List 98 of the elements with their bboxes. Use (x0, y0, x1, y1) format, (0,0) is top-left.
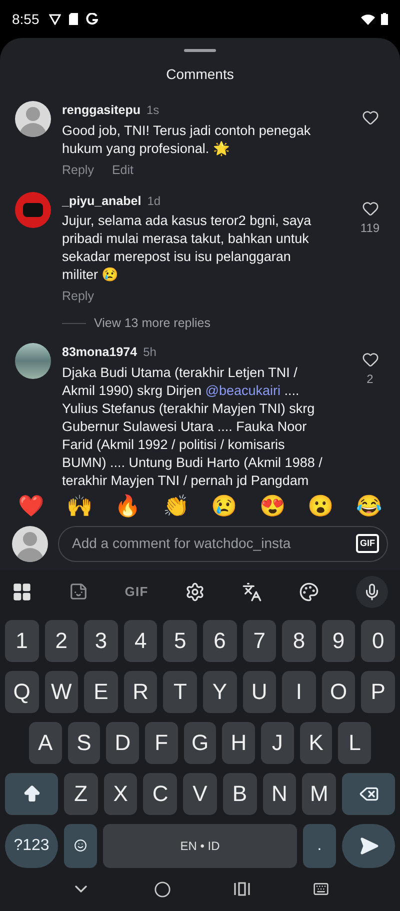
comment-text: Good job, TNI! Terus jadi contoh penegak hukum yang profesional. 🌟 (62, 122, 312, 158)
avatar (15, 192, 51, 228)
key[interactable]: C (143, 772, 178, 814)
comment-time: 1d (147, 192, 161, 210)
keyboard-switch-icon[interactable] (312, 881, 329, 898)
key[interactable]: O (322, 670, 356, 712)
key[interactable]: P (361, 670, 395, 712)
key[interactable]: Z (64, 772, 98, 814)
recents-icon[interactable] (234, 882, 250, 896)
wifi-icon (361, 14, 375, 24)
comment-text: Jujur, selama ada kasus teror2 bgni, saya pribadi mulai merasa takut, bahkan untuk sekadar merepost isu isu pelanggaran militer 😢 (62, 212, 312, 284)
like-count: 119 (360, 220, 380, 236)
g-logo-icon (86, 13, 98, 25)
reaction-emoji[interactable]: 👏 (162, 496, 189, 517)
username[interactable]: 83mona1974 (62, 342, 138, 362)
avatar (15, 101, 51, 137)
battery-icon (381, 13, 388, 25)
key[interactable]: 1 (5, 620, 39, 662)
key[interactable]: 9 (322, 620, 356, 662)
view-replies-link[interactable]: View 13 more replies (94, 314, 210, 333)
like-icon[interactable] (362, 200, 378, 216)
mention-link[interactable]: @beacukairi (205, 382, 281, 398)
key[interactable]: Q (5, 670, 39, 712)
reaction-emoji[interactable]: ❤ (18, 496, 44, 517)
key[interactable]: 7 (242, 620, 276, 662)
key[interactable]: D (106, 722, 140, 764)
reaction-emoji[interactable]: 🙌 (66, 496, 92, 517)
key[interactable]: W (44, 670, 78, 712)
send-key[interactable] (342, 824, 395, 868)
key[interactable]: X (104, 772, 138, 814)
key[interactable]: 3 (84, 620, 118, 662)
key[interactable]: 6 (202, 620, 237, 662)
settings-icon[interactable] (185, 582, 206, 602)
like-icon[interactable] (362, 109, 378, 126)
key[interactable]: T (163, 670, 197, 712)
key[interactable]: 0 (361, 620, 395, 662)
reaction-emoji[interactable]: 😂 (356, 496, 382, 517)
home-icon[interactable] (154, 880, 172, 898)
key[interactable]: B (222, 772, 257, 814)
key[interactable]: H (222, 722, 256, 764)
key[interactable]: S (68, 722, 100, 764)
drag-handle[interactable] (184, 49, 216, 52)
key[interactable]: J (261, 722, 294, 764)
comment-action[interactable]: Edit (112, 160, 134, 180)
shift-key[interactable] (5, 772, 58, 814)
status-time: 8:55 (12, 10, 40, 28)
key[interactable]: I (282, 670, 316, 712)
reaction-emoji[interactable]: 😮 (308, 496, 334, 517)
palette-icon[interactable] (299, 582, 320, 602)
toolbar-gif[interactable]: GIF (124, 582, 148, 602)
key[interactable]: K (300, 722, 332, 764)
key[interactable]: 8 (282, 620, 316, 662)
username[interactable]: renggasitepu (62, 101, 140, 120)
key[interactable]: U (242, 670, 276, 712)
sheet-title: Comments (166, 65, 234, 84)
sim-card-icon (69, 13, 78, 25)
gif-button[interactable]: GIF (356, 534, 379, 554)
comment-text: Djaka Budi Utama (terakhir Letjen TNI / Akmil 1990) skrg Dirjen @beacukairi .... Yulius Stefanus (terakhir Mayjen TNI) skrg Gubernur Sulawesi Utara .... Fauka Noor Farid (Akmil 1992 / politisi / komisaris BUMN) .... Untung Budi Harto (Akmil 1988 / terakhir Mayjen TNI / pernah jd Pangdam (62, 364, 324, 490)
key[interactable]: Y (202, 670, 237, 712)
avatar (12, 526, 48, 562)
comment-action[interactable]: Reply (62, 287, 94, 306)
key[interactable]: 5 (163, 620, 197, 662)
key[interactable]: V (183, 772, 217, 814)
key[interactable]: A (29, 722, 62, 764)
comment-input[interactable]: Add a comment for watchdoc_insta GIF (58, 526, 388, 562)
apps-grid-icon[interactable] (12, 582, 32, 602)
comment-action[interactable]: Reply (62, 160, 94, 180)
comment-placeholder: Add a comment for watchdoc_insta (72, 534, 292, 553)
emoji-icon (74, 839, 87, 852)
comment-time: 5h (143, 344, 156, 361)
comment-time: 1s (146, 102, 160, 119)
translate-icon[interactable] (242, 582, 262, 602)
reaction-emoji[interactable]: 🔥 (114, 496, 141, 517)
backspace-key[interactable] (342, 772, 396, 814)
reaction-emoji[interactable]: 😍 (259, 496, 286, 517)
space-bar[interactable]: EN • ID (103, 824, 297, 868)
photo-placeholder (15, 342, 51, 379)
symbols-key[interactable]: ?123 (5, 824, 58, 868)
sticker-icon[interactable] (68, 582, 88, 601)
key[interactable]: N (262, 772, 296, 814)
emoji-key[interactable] (64, 824, 97, 868)
key[interactable]: M (302, 772, 336, 814)
key[interactable]: 2 (44, 620, 78, 662)
like-icon[interactable] (362, 350, 378, 368)
key[interactable]: L (338, 722, 372, 764)
mic-button[interactable] (356, 576, 388, 608)
key[interactable]: E (84, 670, 118, 712)
like-count: 2 (366, 370, 374, 388)
period-key[interactable]: . (303, 824, 336, 868)
username[interactable]: _piyu_anabel (62, 192, 142, 210)
key[interactable]: 4 (124, 620, 158, 662)
shield-icon (49, 13, 62, 25)
reaction-emoji[interactable]: 😢 (211, 496, 238, 517)
shift-icon (22, 784, 42, 804)
key[interactable]: F (145, 722, 178, 764)
key[interactable]: G (184, 722, 216, 764)
send-icon (358, 836, 378, 856)
key[interactable]: R (124, 670, 158, 712)
